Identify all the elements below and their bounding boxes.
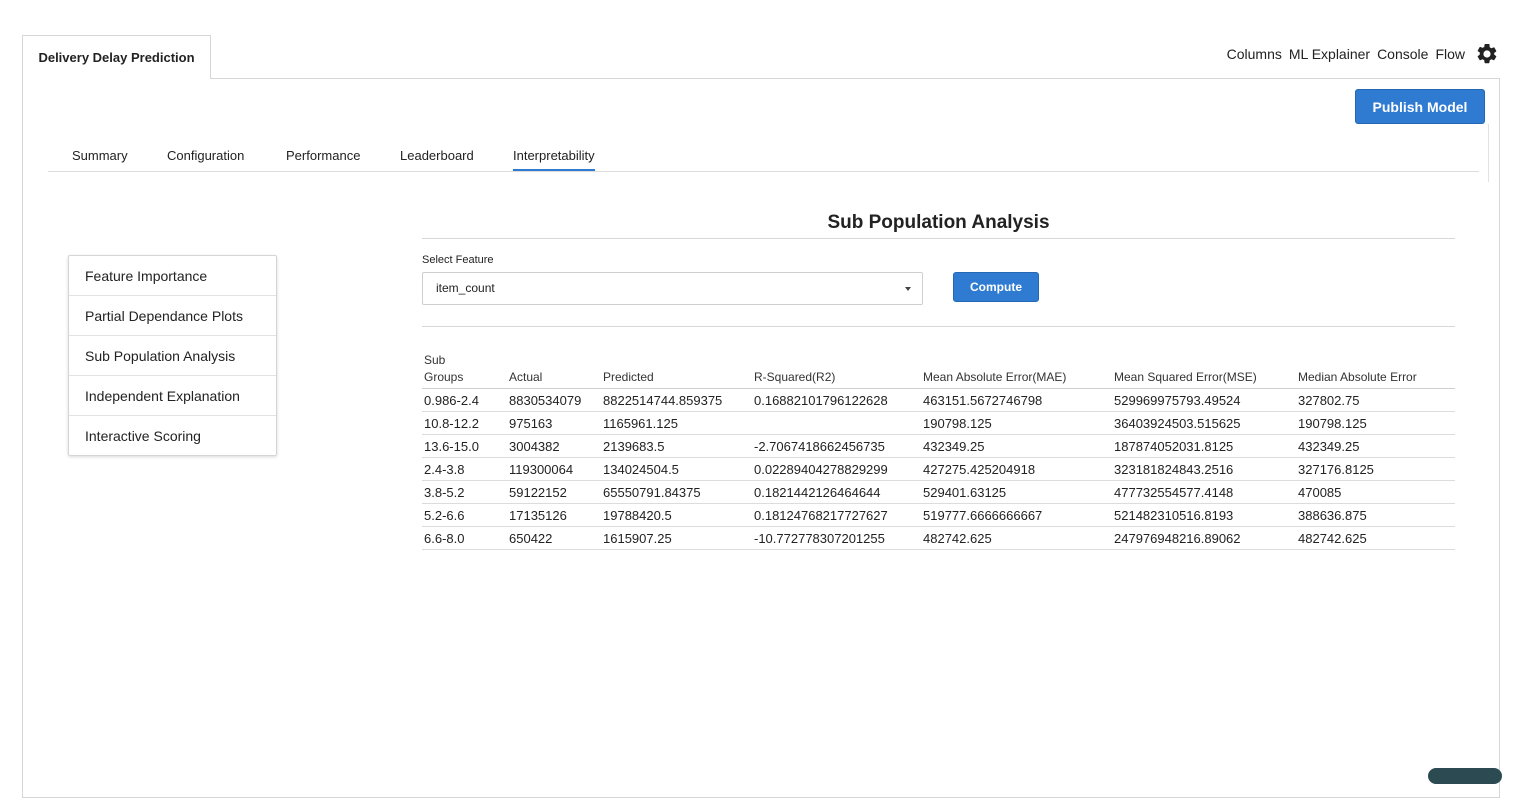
- table-cell: 388636.875: [1296, 503, 1455, 527]
- table-row: 5.2-6.6 17135126 19788420.5 0.1812476821772…: [422, 503, 1455, 527]
- table-cell: 975163: [507, 411, 601, 435]
- table-cell: 323181824843.2516: [1112, 457, 1296, 481]
- table-cell: 2139683.5: [601, 434, 752, 458]
- table-cell: 119300064: [507, 457, 601, 481]
- table-cell: 0.18124768217727627: [752, 503, 921, 527]
- table-cell: 482742.625: [921, 526, 1112, 550]
- top-nav: Columns ML Explainer Console Flow: [1227, 40, 1499, 68]
- help-widget[interactable]: [1428, 768, 1502, 784]
- feature-select[interactable]: item_count: [422, 272, 923, 305]
- publish-model-button[interactable]: Publish Model: [1355, 89, 1485, 124]
- table-row: 3.8-5.2 59122152 65550791.84375 0.182144212…: [422, 480, 1455, 504]
- table-body: 0.986-2.4 8830534079 8822514744.859375 0.16…: [422, 388, 1455, 550]
- table-cell: 470085: [1296, 480, 1455, 504]
- menu-item-sub-population-analysis[interactable]: Sub Population Analysis: [69, 336, 276, 376]
- table-cell: 529401.63125: [921, 480, 1112, 504]
- table-cell: 19788420.5: [601, 503, 752, 527]
- nav-columns[interactable]: Columns: [1227, 46, 1282, 62]
- table-cell: 529969975793.49524: [1112, 388, 1296, 412]
- menu-item-interactive-scoring[interactable]: Interactive Scoring: [69, 416, 276, 456]
- app-tab-delivery-delay-prediction[interactable]: Delivery Delay Prediction: [22, 35, 211, 79]
- menu-item-independent-explanation[interactable]: Independent Explanation: [69, 376, 276, 416]
- sub-tab-bar: Summary Configuration Performance Leader…: [48, 140, 1479, 172]
- table-cell: 519777.6666666667: [921, 503, 1112, 527]
- tab-leaderboard[interactable]: Leaderboard: [400, 148, 474, 169]
- table-cell: 59122152: [507, 480, 601, 504]
- caret-down-icon: [905, 287, 911, 291]
- table-cell: [752, 411, 921, 435]
- column-header-sub-groups: Sub Groups: [422, 352, 507, 389]
- table-cell: 13.6-15.0: [422, 434, 507, 458]
- table-cell: 5.2-6.6: [422, 503, 507, 527]
- table-row: 13.6-15.0 3004382 2139683.5 -2.706741866245…: [422, 434, 1455, 458]
- sub-population-table: Sub Groups Actual Predicted R-Squared(R2…: [422, 352, 1455, 550]
- table-cell: 6.6-8.0: [422, 526, 507, 550]
- table-row: 10.8-12.2 975163 1165961.125 190798.125 3640…: [422, 411, 1455, 435]
- select-feature-label: Select Feature: [422, 254, 494, 266]
- table-cell: -2.7067418662456735: [752, 434, 921, 458]
- column-header-mse: Mean Squared Error(MSE): [1112, 352, 1296, 389]
- table-cell: 8830534079: [507, 388, 601, 412]
- tab-summary[interactable]: Summary: [72, 148, 128, 169]
- table-cell: 327802.75: [1296, 388, 1455, 412]
- nav-console[interactable]: Console: [1377, 46, 1428, 62]
- table-cell: 327176.8125: [1296, 457, 1455, 481]
- table-cell: 134024504.5: [601, 457, 752, 481]
- table-cell: 0.1821442126464644: [752, 480, 921, 504]
- table-cell: 247976948216.89062: [1112, 526, 1296, 550]
- table-cell: 1615907.25: [601, 526, 752, 550]
- column-header-r2: R-Squared(R2): [752, 352, 921, 389]
- table-cell: 3004382: [507, 434, 601, 458]
- table-row: 2.4-3.8 119300064 134024504.5 0.02289404278…: [422, 457, 1455, 481]
- table-cell: 477732554577.4148: [1112, 480, 1296, 504]
- table-header-row: Sub Groups Actual Predicted R-Squared(R2…: [422, 352, 1455, 389]
- tab-performance[interactable]: Performance: [286, 148, 360, 169]
- nav-flow[interactable]: Flow: [1435, 46, 1465, 62]
- table-cell: 1165961.125: [601, 411, 752, 435]
- table-cell: 65550791.84375: [601, 480, 752, 504]
- divider: [422, 326, 1455, 327]
- feature-select-value: item_count: [436, 281, 495, 295]
- table-cell: -10.772778307201255: [752, 526, 921, 550]
- table-cell: 432349.25: [1296, 434, 1455, 458]
- tab-configuration[interactable]: Configuration: [167, 148, 244, 169]
- table-cell: 190798.125: [1296, 411, 1455, 435]
- table-cell: 427275.425204918: [921, 457, 1112, 481]
- table-row: 0.986-2.4 8830534079 8822514744.859375 0.16…: [422, 388, 1455, 412]
- table-row: 6.6-8.0 650422 1615907.25 -10.7727783072012…: [422, 526, 1455, 550]
- nav-ml-explainer[interactable]: ML Explainer: [1289, 46, 1370, 62]
- menu-item-feature-importance[interactable]: Feature Importance: [69, 256, 276, 296]
- column-header-actual: Actual: [507, 352, 601, 389]
- table-cell: 463151.5672746798: [921, 388, 1112, 412]
- table-cell: 432349.25: [921, 434, 1112, 458]
- table-cell: 3.8-5.2: [422, 480, 507, 504]
- compute-button[interactable]: Compute: [953, 272, 1039, 302]
- table-cell: 650422: [507, 526, 601, 550]
- divider: [1488, 124, 1489, 182]
- tab-interpretability[interactable]: Interpretability: [513, 148, 595, 171]
- column-header-predicted: Predicted: [601, 352, 752, 389]
- gear-icon[interactable]: [1475, 42, 1499, 66]
- table-cell: 0.02289404278829299: [752, 457, 921, 481]
- table-cell: 187874052031.8125: [1112, 434, 1296, 458]
- table-cell: 190798.125: [921, 411, 1112, 435]
- column-header-median-ae: Median Absolute Error: [1296, 352, 1455, 389]
- table-cell: 2.4-3.8: [422, 457, 507, 481]
- column-header-mae: Mean Absolute Error(MAE): [921, 352, 1112, 389]
- menu-item-partial-dependance-plots[interactable]: Partial Dependance Plots: [69, 296, 276, 336]
- table-cell: 521482310516.8193: [1112, 503, 1296, 527]
- table-cell: 36403924503.515625: [1112, 411, 1296, 435]
- table-cell: 482742.625: [1296, 526, 1455, 550]
- table-cell: 0.16882101796122628: [752, 388, 921, 412]
- table-cell: 0.986-2.4: [422, 388, 507, 412]
- page-title: Sub Population Analysis: [827, 212, 1050, 233]
- table-cell: 10.8-12.2: [422, 411, 507, 435]
- table-cell: 17135126: [507, 503, 601, 527]
- table-cell: 8822514744.859375: [601, 388, 752, 412]
- divider: [422, 238, 1455, 239]
- interpretability-menu: Feature Importance Partial Dependance Pl…: [68, 255, 277, 456]
